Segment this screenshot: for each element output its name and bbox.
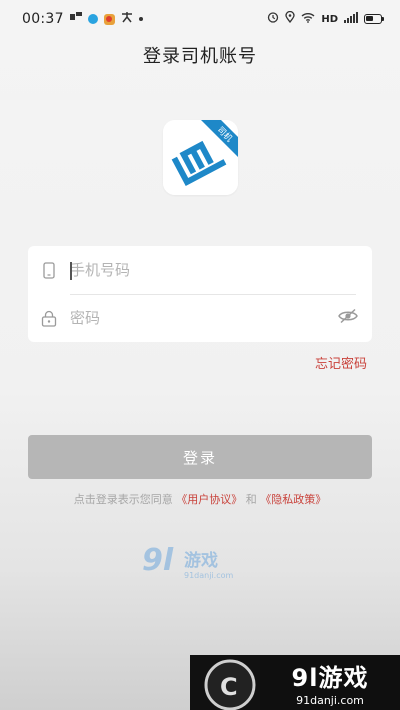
status-left: 00:37 <box>22 11 143 27</box>
status-right: HD <box>267 10 384 27</box>
app-icon <box>103 13 115 25</box>
wifi-icon <box>301 11 315 27</box>
notification-icon <box>69 12 82 26</box>
watermark-url: 91danji.com <box>296 694 364 707</box>
watermark-mascot: C <box>190 655 260 710</box>
watermark-logo-icon: 9l 游戏 91danji.com <box>142 543 234 580</box>
watermark-corner: 9l游戏 91danji.com <box>260 655 400 710</box>
mascot-icon: C <box>204 659 256 710</box>
lock-icon <box>28 310 70 327</box>
more-notifications-icon <box>138 17 143 21</box>
app-icon <box>121 11 133 27</box>
login-button[interactable]: 登录 <box>28 435 372 479</box>
svg-text:游戏: 游戏 <box>184 550 218 571</box>
watermark-brand: 9l游戏 <box>291 664 369 692</box>
watermark-center: 9l 游戏 91danji.com <box>140 540 260 584</box>
alarm-icon <box>267 11 279 27</box>
phone-field-row <box>28 246 372 294</box>
text-cursor <box>70 262 72 280</box>
svg-text:C: C <box>220 673 238 701</box>
signal-icon <box>344 11 358 27</box>
phone-input[interactable] <box>70 255 310 285</box>
agreement-text: 点击登录表示您同意 《用户协议》 和 《隐私政策》 <box>0 491 400 507</box>
login-form <box>28 246 372 342</box>
location-icon <box>285 10 295 27</box>
agreement-conjunction: 和 <box>245 493 257 506</box>
battery-icon <box>364 14 384 24</box>
status-bar: 00:37 HD <box>0 0 400 38</box>
app-logo-icon: 司机 <box>163 120 238 195</box>
svg-text:9l: 9l <box>142 543 174 578</box>
app-logo: 司机 <box>163 120 238 195</box>
agreement-prefix: 点击登录表示您同意 <box>73 493 173 506</box>
eye-slash-icon[interactable] <box>338 308 358 328</box>
forgot-password-link[interactable]: 忘记密码 <box>315 353 367 372</box>
phone-icon <box>28 261 70 279</box>
password-input[interactable] <box>70 303 310 333</box>
password-field-row <box>28 294 372 342</box>
user-agreement-link[interactable]: 《用户协议》 <box>176 493 242 506</box>
status-time: 00:37 <box>22 11 64 27</box>
page-title: 登录司机账号 <box>143 46 257 67</box>
svg-text:91danji.com: 91danji.com <box>184 571 234 580</box>
bluetooth-icon <box>87 14 98 24</box>
privacy-policy-link[interactable]: 《隐私政策》 <box>260 493 326 506</box>
network-type: HD <box>321 13 338 25</box>
